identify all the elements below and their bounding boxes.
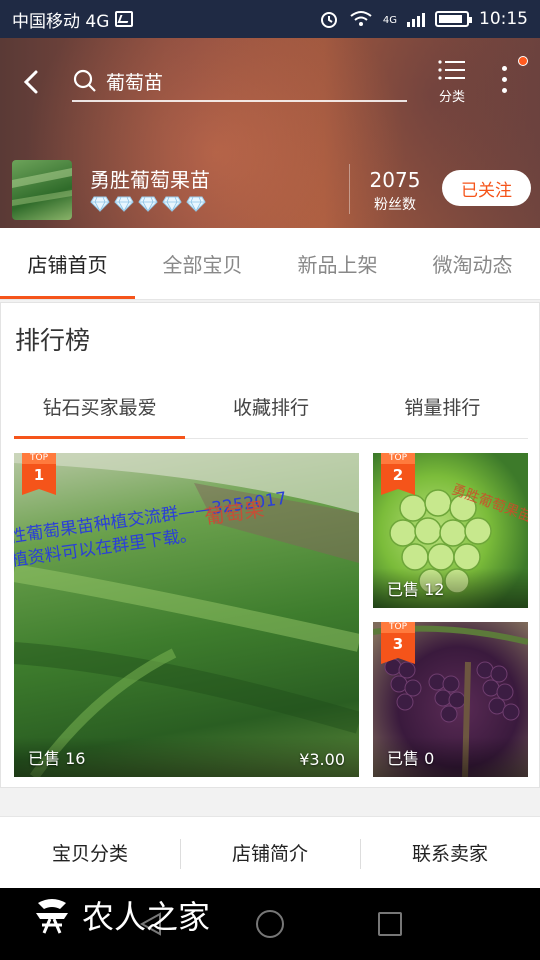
product-card-rank-2[interactable]: 勇胜葡萄果苗 TOP 2 已售 12 [373, 453, 528, 608]
clock: 10:15 [479, 9, 528, 29]
subtab-sales-rank[interactable]: 销量排行 [357, 375, 528, 438]
shop-name: 勇胜葡萄果苗 [90, 168, 210, 192]
ranking-subtabs: 钻石买家最爱 收藏排行 销量排行 [14, 375, 528, 439]
sold-count: 已售 12 [387, 580, 445, 599]
shop-tabs: 店铺首页 全部宝贝 新品上架 微淘动态 [0, 228, 540, 300]
rank-number: 3 [392, 635, 404, 653]
nav-home-icon[interactable] [256, 910, 284, 938]
shop-bottom-nav: 宝贝分类 店铺简介 联系卖家 [0, 816, 540, 888]
network-type-label: 4G [382, 15, 397, 26]
search-bar[interactable]: 葡萄苗 [72, 62, 407, 102]
rank-badge: TOP 2 [381, 453, 415, 495]
vineyard-thumbnail [12, 168, 72, 206]
tab-weitao-feed[interactable]: 微淘动态 [405, 228, 540, 299]
subtab-favorites-rank[interactable]: 收藏排行 [185, 375, 356, 438]
image-notification-icon [115, 11, 134, 27]
diamond-icon [114, 196, 134, 212]
tab-new-arrivals[interactable]: 新品上架 [270, 228, 405, 299]
tab-all-items[interactable]: 全部宝贝 [135, 228, 270, 299]
product-card-rank-1[interactable]: 性葡萄果苗种植交流群——3252017 植资料可以在群里下载。 葡萄果 TOP … [14, 453, 359, 777]
carrier-label: 中国移动 4G [12, 11, 110, 32]
product-card-rank-3[interactable]: TOP 3 已售 0 [373, 622, 528, 777]
follow-button[interactable]: 已关注 [442, 170, 531, 206]
tab-shop-home[interactable]: 店铺首页 [0, 228, 135, 299]
search-icon [73, 69, 96, 92]
sold-count: 已售 16 [28, 749, 86, 768]
watermark-logo-icon [36, 899, 68, 934]
more-menu-icon[interactable] [494, 66, 514, 98]
shop-header: 葡萄苗 分类 勇胜葡萄果苗 2075 粉丝数 已关注 [0, 38, 540, 228]
fans-count: 2075 [369, 168, 421, 192]
notification-dot [518, 56, 528, 66]
shop-avatar[interactable] [12, 160, 72, 220]
wifi-icon [350, 11, 372, 26]
ranking-card: 排行榜 钻石买家最爱 收藏排行 销量排行 性葡萄果苗种植交流群——3252017… [0, 302, 540, 788]
seller-rating-diamonds [90, 196, 206, 212]
battery-icon [435, 11, 472, 27]
fans-label: 粉丝数 [374, 197, 416, 213]
signal-icon [407, 11, 425, 27]
header-divider [349, 164, 350, 214]
nav-recent-apps-icon[interactable] [378, 912, 402, 936]
subtab-diamond-favorites[interactable]: 钻石买家最爱 [14, 375, 186, 439]
rank-badge-label: TOP [22, 453, 56, 464]
contact-seller-button[interactable]: 联系卖家 [360, 817, 540, 888]
diamond-icon [138, 196, 158, 212]
rank-number: 2 [392, 466, 404, 484]
status-bar: 中国移动 4G 4G 10:15 [0, 0, 540, 38]
back-arrow-icon[interactable] [18, 68, 46, 96]
rank-badge: TOP 1 [22, 453, 56, 495]
item-categories-button[interactable]: 宝贝分类 [0, 817, 180, 888]
rank-number: 1 [33, 466, 45, 484]
diamond-icon [186, 196, 206, 212]
sold-count: 已售 0 [387, 749, 435, 768]
product-price: ¥3.00 [299, 750, 345, 769]
fans-stat: 2075 粉丝数 [360, 168, 430, 214]
alarm-icon [320, 12, 337, 28]
rank-badge: TOP 3 [381, 622, 415, 664]
site-watermark: 农人之家 [30, 888, 210, 942]
list-icon [438, 60, 465, 80]
rank-badge-label: TOP [381, 622, 415, 633]
rank-badge-label: TOP [381, 453, 415, 464]
category-button[interactable]: 分类 [430, 58, 474, 110]
shop-intro-button[interactable]: 店铺简介 [180, 817, 360, 888]
diamond-icon [162, 196, 182, 212]
watermark-text: 农人之家 [82, 898, 211, 936]
diamond-icon [90, 196, 110, 212]
ranking-title: 排行榜 [15, 326, 91, 355]
category-label: 分类 [438, 90, 465, 105]
search-query[interactable]: 葡萄苗 [106, 68, 163, 95]
